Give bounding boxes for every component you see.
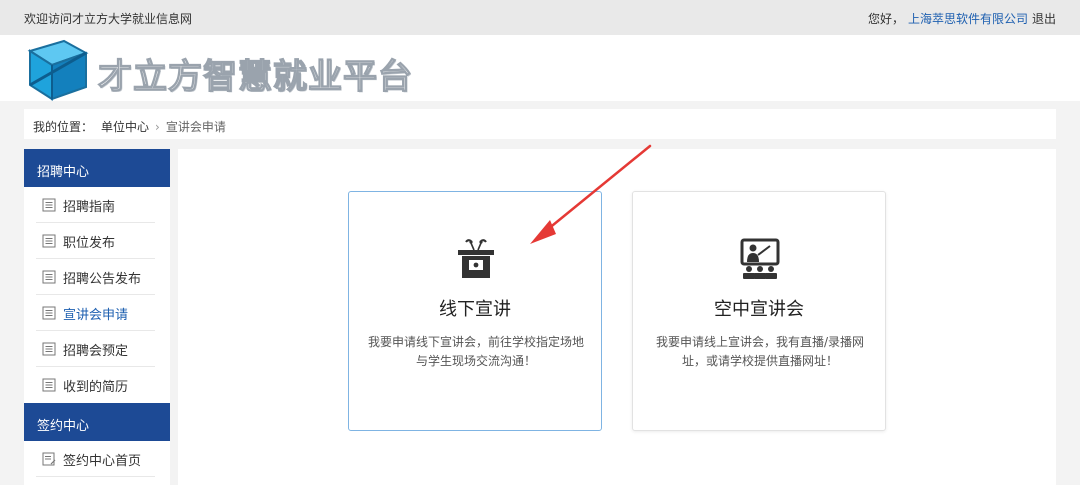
- document-icon: [42, 270, 56, 284]
- sidebar-item-job-posting[interactable]: 职位发布: [36, 223, 155, 259]
- greeting-text: 您好，: [867, 12, 904, 26]
- card-description: 我要申请线下宣讲会，前往学校指定场地与学生现场交流沟通！: [367, 335, 584, 368]
- breadcrumb-current: 宣讲会申请: [165, 120, 226, 134]
- company-link[interactable]: 上海萃思软件有限公司: [908, 12, 1028, 26]
- site-header: 才立方智慧就业平台: [0, 35, 1080, 101]
- sidebar-section-signing[interactable]: 签约中心: [24, 403, 170, 441]
- main-content: 线下宣讲 我要申请线下宣讲会，前往学校指定场地与学生现场交流沟通！ 空中宣讲会 …: [178, 149, 1056, 485]
- platform-logo-text[interactable]: 才立方智慧就业平台: [97, 49, 413, 98]
- document-icon: [42, 306, 56, 320]
- user-info: 您好， 上海萃思软件有限公司 退出: [868, 10, 1056, 27]
- sidebar-item-received-resumes[interactable]: 收到的简历: [36, 367, 155, 403]
- sidebar-item-label: 签约中心首页: [63, 454, 142, 469]
- offline-seminar-card[interactable]: 线下宣讲 我要申请线下宣讲会，前往学校指定场地与学生现场交流沟通！: [348, 191, 602, 431]
- cube-logo-icon[interactable]: [24, 37, 90, 101]
- sidebar-item-label: 招聘会预定: [63, 344, 129, 359]
- document-icon: [42, 378, 56, 392]
- breadcrumb-parent-link[interactable]: 单位中心: [101, 120, 149, 134]
- card-title: 线下宣讲: [439, 299, 511, 320]
- sidebar-item-label: 宣讲会申请: [63, 308, 129, 323]
- sidebar-item-seminar-application[interactable]: 宣讲会申请: [36, 295, 155, 331]
- document-edit-icon: [42, 452, 56, 466]
- podium-icon: [458, 239, 494, 278]
- document-icon: [42, 342, 56, 356]
- sidebar-item-label: 招聘公告发布: [63, 272, 142, 287]
- sidebar-item-label: 职位发布: [63, 236, 116, 251]
- sidebar-item-label: 招聘指南: [63, 200, 116, 215]
- online-lecture-icon: [740, 238, 780, 279]
- sidebar-item-label: 收到的简历: [63, 380, 129, 395]
- chevron-right-icon: ›: [155, 120, 160, 134]
- sidebar-item-signing-home[interactable]: 签约中心首页: [36, 441, 155, 477]
- card-title: 空中宣讲会: [714, 299, 804, 320]
- document-icon: [42, 234, 56, 248]
- breadcrumb: 我的位置： 单位中心 › 宣讲会申请: [24, 109, 1056, 139]
- card-description: 我要申请线上宣讲会，我有直播/录播网址，或请学校提供直播网址！: [655, 335, 865, 368]
- sidebar: 招聘中心 招聘指南 职位发布 招聘公告发布 宣讲会申请 招聘会预定 收到的简历 …: [24, 149, 170, 485]
- logout-link[interactable]: 退出: [1032, 12, 1056, 26]
- sidebar-item-recruitment-guide[interactable]: 招聘指南: [36, 187, 155, 223]
- sidebar-section-recruitment[interactable]: 招聘中心: [24, 149, 170, 187]
- sidebar-item-recruitment-notice[interactable]: 招聘公告发布: [36, 259, 155, 295]
- welcome-text: 欢迎访问才立方大学就业信息网: [24, 12, 193, 26]
- online-seminar-card[interactable]: 空中宣讲会 我要申请线上宣讲会，我有直播/录播网址，或请学校提供直播网址！: [632, 191, 886, 431]
- sidebar-item-job-fair-booking[interactable]: 招聘会预定: [36, 331, 155, 367]
- document-icon: [42, 198, 56, 212]
- top-bar: 欢迎访问才立方大学就业信息网 您好， 上海萃思软件有限公司 退出: [0, 0, 1080, 35]
- breadcrumb-label: 我的位置：: [33, 120, 94, 134]
